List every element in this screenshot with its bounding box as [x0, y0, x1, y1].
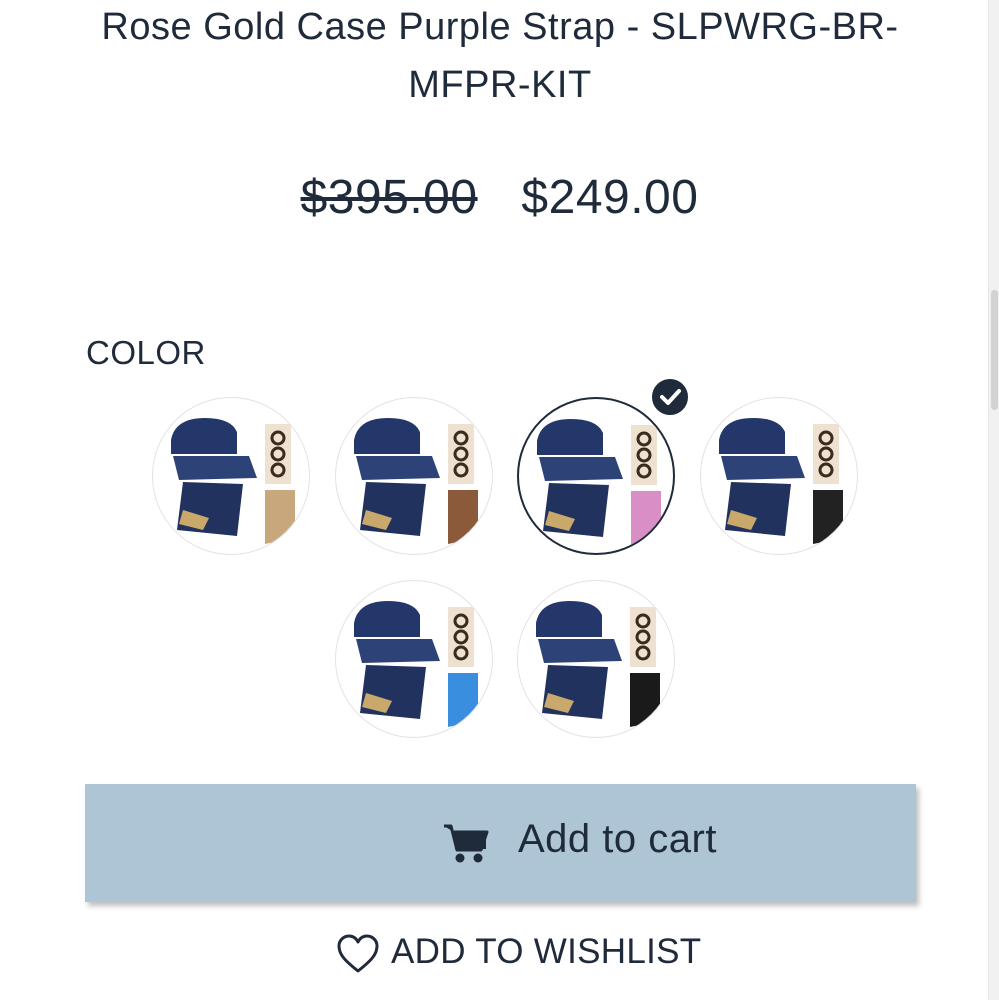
add-to-wishlist-label: ADD TO WISHLIST [391, 932, 702, 971]
product-page: Rose Gold Case Purple Strap - SLPWRG-BR-… [0, 0, 999, 1000]
strap-swatch-dark [536, 601, 660, 727]
product-title-line-1: Rose Gold Case Purple Strap - SLPWRG-BR- [101, 6, 899, 48]
add-to-cart-button[interactable]: Add to cart [85, 784, 916, 902]
color-option-label: COLOR [86, 334, 206, 371]
product-title-line-2: MFPR-KIT [408, 64, 592, 106]
strap-swatch-purple [537, 419, 661, 545]
original-price: $395.00 [300, 171, 478, 224]
cart-icon [444, 824, 489, 863]
color-swatch-dark[interactable] [517, 580, 675, 738]
strap-swatch-tan [171, 418, 295, 544]
price-row: $395.00 $249.00 [0, 170, 999, 225]
color-swatch-purple[interactable] [517, 397, 675, 555]
product-title: Rose Gold Case Purple Strap - SLPWRG-BR-… [60, 0, 940, 114]
strap-swatch-brown [354, 418, 478, 544]
sale-price: $249.00 [521, 171, 699, 224]
add-to-cart-label: Add to cart [518, 817, 717, 861]
heart-icon [337, 934, 379, 973]
strap-swatch-black [719, 418, 843, 544]
color-swatch-black[interactable] [700, 397, 858, 555]
selected-check-icon [650, 377, 690, 417]
color-swatch-blue[interactable] [335, 580, 493, 738]
strap-swatch-blue [354, 601, 478, 727]
color-swatch-brown[interactable] [335, 397, 493, 555]
scrollbar[interactable] [988, 0, 999, 1000]
scrollbar-thumb[interactable] [991, 290, 998, 410]
color-swatch-tan[interactable] [152, 397, 310, 555]
